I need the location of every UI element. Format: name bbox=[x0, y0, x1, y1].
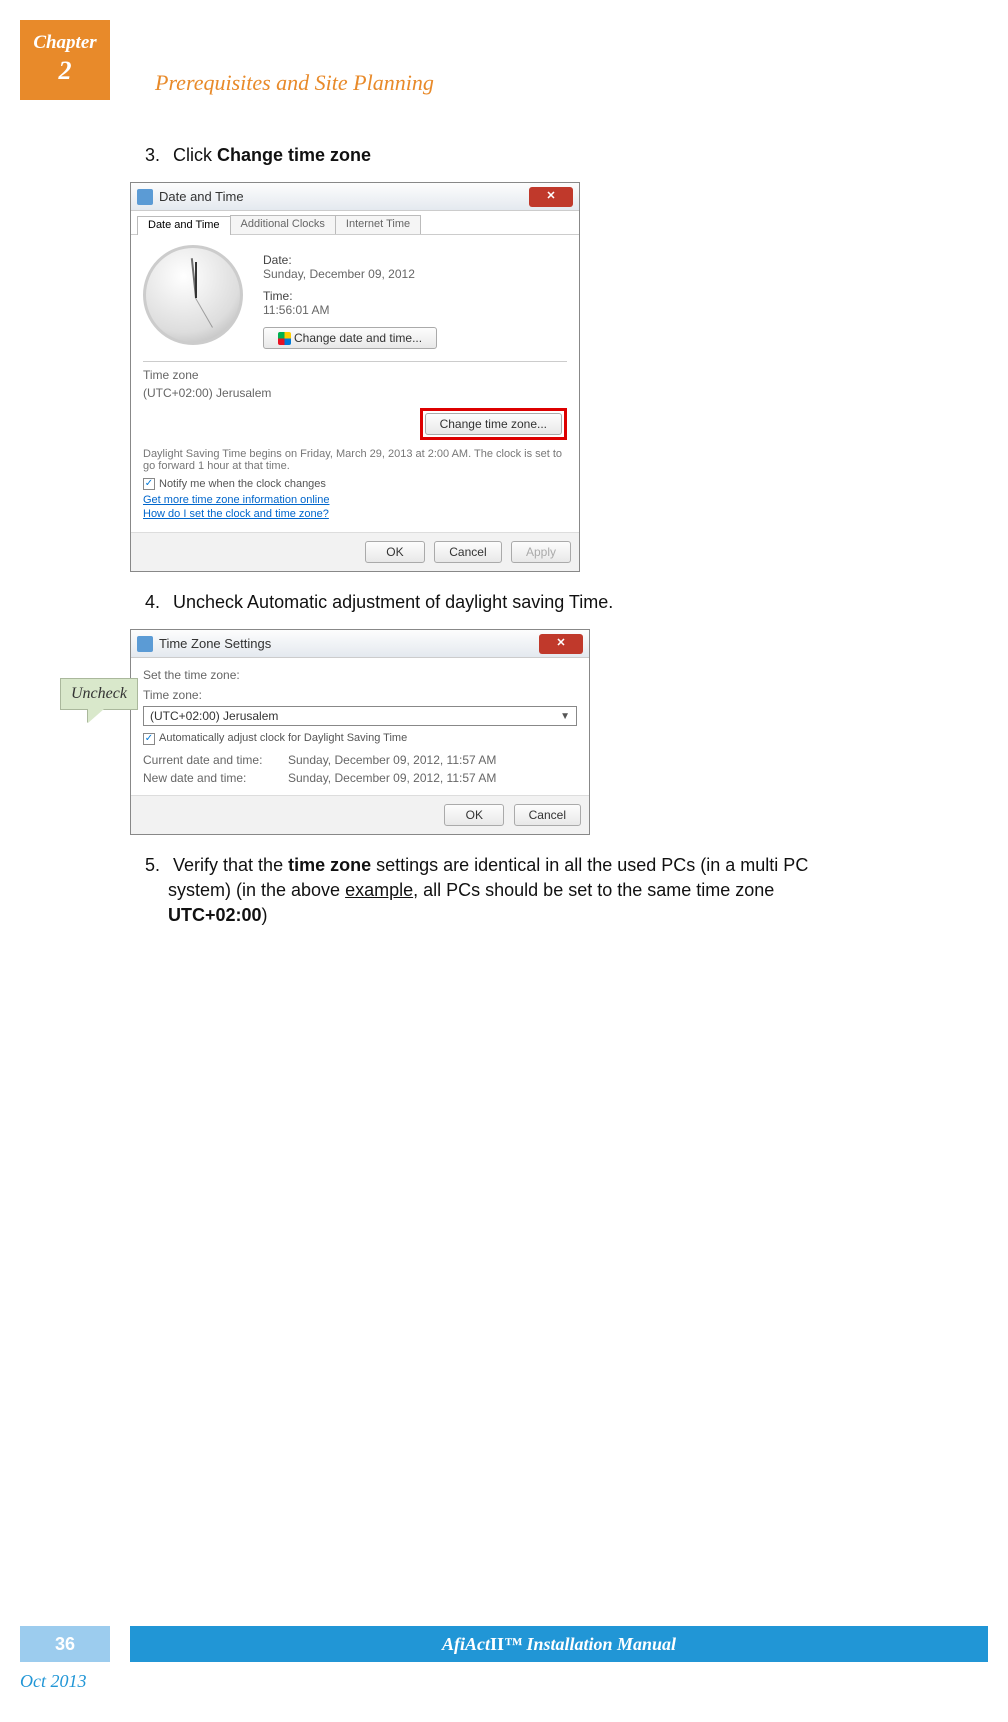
step-text-part: ) bbox=[262, 905, 268, 925]
clock-icon bbox=[137, 189, 153, 205]
notify-checkbox[interactable]: ✓ bbox=[143, 478, 155, 490]
step-text-part: , all PCs should be set to the same time… bbox=[413, 880, 774, 900]
page-number: 36 bbox=[20, 1626, 110, 1662]
change-time-zone-button[interactable]: Change time zone... bbox=[425, 413, 562, 435]
step-underline-text: example bbox=[345, 880, 413, 900]
dialog-footer: OK Cancel Apply bbox=[131, 532, 579, 571]
step-bold-text: UTC+02:00 bbox=[168, 905, 262, 925]
globe-icon bbox=[137, 636, 153, 652]
timezone-section-label: Time zone bbox=[143, 368, 567, 382]
step-number: 4. bbox=[130, 592, 160, 613]
footer-date: Oct 2013 bbox=[20, 1671, 87, 1692]
step-number: 3. bbox=[130, 145, 160, 166]
chapter-label: Chapter bbox=[20, 32, 110, 54]
notify-label: Notify me when the clock changes bbox=[159, 478, 326, 490]
auto-adjust-label: Automatically adjust clock for Daylight … bbox=[159, 732, 407, 744]
time-value: 11:56:01 AM bbox=[263, 303, 437, 317]
footer-gap bbox=[110, 1626, 130, 1662]
step-bold-text: Change time zone bbox=[217, 145, 371, 165]
set-timezone-label: Set the time zone: bbox=[143, 668, 577, 682]
tab-internet-time[interactable]: Internet Time bbox=[335, 215, 421, 234]
separator bbox=[143, 361, 567, 362]
instruction-step-4: 4. Uncheck Automatic adjustment of dayli… bbox=[130, 592, 940, 613]
clock-hand-second bbox=[195, 298, 213, 328]
date-value: Sunday, December 09, 2012 bbox=[263, 267, 437, 281]
step-bold-text: time zone bbox=[288, 855, 371, 875]
shield-icon bbox=[278, 332, 291, 345]
step-number: 5. bbox=[130, 855, 160, 876]
chapter-number: 2 bbox=[20, 56, 110, 86]
dialog-body: Set the time zone: Time zone: (UTC+02:00… bbox=[131, 658, 589, 794]
auto-adjust-line: ✓ Automatically adjust clock for Daylight… bbox=[143, 732, 577, 744]
chevron-down-icon: ▼ bbox=[560, 711, 570, 722]
manual-title: AfiAct II ™ Installation Manual bbox=[130, 1626, 988, 1662]
step-text-part: system) (in the above bbox=[168, 880, 345, 900]
dialog-title: Date and Time bbox=[159, 189, 244, 204]
step-text-part: Verify that the bbox=[173, 855, 288, 875]
date-and-time-dialog: Date and Time ✕ Date and Time Additional… bbox=[130, 182, 580, 572]
dialog-titlebar: Date and Time ✕ bbox=[131, 183, 579, 211]
title-suffix: ™ Installation Manual bbox=[504, 1634, 676, 1655]
how-to-set-clock-link[interactable]: How do I set the clock and time zone? bbox=[143, 508, 567, 520]
page-content: 3. Click Change time zone Date and Time … bbox=[130, 145, 940, 942]
more-timezone-info-link[interactable]: Get more time zone information online bbox=[143, 494, 567, 506]
timezone-dropdown[interactable]: (UTC+02:00) Jerusalem ▼ bbox=[143, 706, 577, 726]
tab-additional-clocks[interactable]: Additional Clocks bbox=[230, 215, 336, 234]
step-text: Click bbox=[173, 145, 217, 165]
uncheck-callout: Uncheck bbox=[60, 678, 138, 723]
instruction-step-5: 5. Verify that the time zone settings ar… bbox=[130, 855, 940, 926]
notify-checkbox-line: ✓ Notify me when the clock changes bbox=[143, 478, 567, 490]
tab-date-and-time[interactable]: Date and Time bbox=[137, 216, 231, 235]
change-date-time-button[interactable]: Change date and time... bbox=[263, 327, 437, 349]
current-datetime-value: Sunday, December 09, 2012, 11:57 AM bbox=[288, 753, 496, 767]
title-prefix: AfiAct bbox=[442, 1634, 490, 1655]
dropdown-value: (UTC+02:00) Jerusalem bbox=[150, 709, 278, 723]
close-button[interactable]: ✕ bbox=[539, 634, 583, 654]
ok-button[interactable]: OK bbox=[365, 541, 425, 563]
dialog-footer: OK Cancel bbox=[131, 795, 589, 834]
chapter-badge: Chapter 2 bbox=[20, 20, 110, 100]
dialog-titlebar: Time Zone Settings ✕ bbox=[131, 630, 589, 658]
current-datetime-label: Current date and time: bbox=[143, 753, 288, 767]
chapter-title: Prerequisites and Site Planning bbox=[155, 70, 434, 96]
date-time-info: Date: Sunday, December 09, 2012 Time: 11… bbox=[263, 245, 437, 349]
dst-info-text: Daylight Saving Time begins on Friday, M… bbox=[143, 448, 567, 472]
page-footer-bar: 36 AfiAct II ™ Installation Manual bbox=[20, 1626, 988, 1662]
auto-adjust-checkbox[interactable]: ✓ bbox=[143, 733, 155, 745]
apply-button[interactable]: Apply bbox=[511, 541, 571, 563]
callout-pointer-icon bbox=[88, 709, 104, 723]
step-text-part: settings are identical in all the used P… bbox=[371, 855, 808, 875]
ok-button[interactable]: OK bbox=[444, 804, 504, 826]
dialog-tabs: Date and Time Additional Clocks Internet… bbox=[131, 211, 579, 235]
highlight-box: Change time zone... bbox=[420, 408, 567, 440]
step-text: Uncheck Automatic adjustment of daylight… bbox=[173, 592, 613, 612]
timezone-field-label: Time zone: bbox=[143, 688, 577, 702]
timezone-value: (UTC+02:00) Jerusalem bbox=[143, 386, 567, 400]
date-label: Date: bbox=[263, 253, 437, 267]
dialog-title: Time Zone Settings bbox=[159, 636, 271, 651]
dialog2-with-callout: Uncheck Time Zone Settings ✕ Set the tim… bbox=[130, 629, 940, 834]
instruction-step-3: 3. Click Change time zone bbox=[130, 145, 940, 166]
close-button[interactable]: ✕ bbox=[529, 187, 573, 207]
time-zone-settings-dialog: Time Zone Settings ✕ Set the time zone: … bbox=[130, 629, 590, 834]
analog-clock bbox=[143, 245, 243, 345]
callout-label: Uncheck bbox=[60, 678, 138, 710]
new-datetime-value: Sunday, December 09, 2012, 11:57 AM bbox=[288, 771, 496, 785]
title-roman: II bbox=[490, 1634, 504, 1655]
dialog-body: Date: Sunday, December 09, 2012 Time: 11… bbox=[131, 235, 579, 532]
button-label: Change date and time... bbox=[294, 331, 422, 345]
new-datetime-label: New date and time: bbox=[143, 771, 288, 785]
time-label: Time: bbox=[263, 289, 437, 303]
cancel-button[interactable]: Cancel bbox=[514, 804, 581, 826]
cancel-button[interactable]: Cancel bbox=[434, 541, 501, 563]
